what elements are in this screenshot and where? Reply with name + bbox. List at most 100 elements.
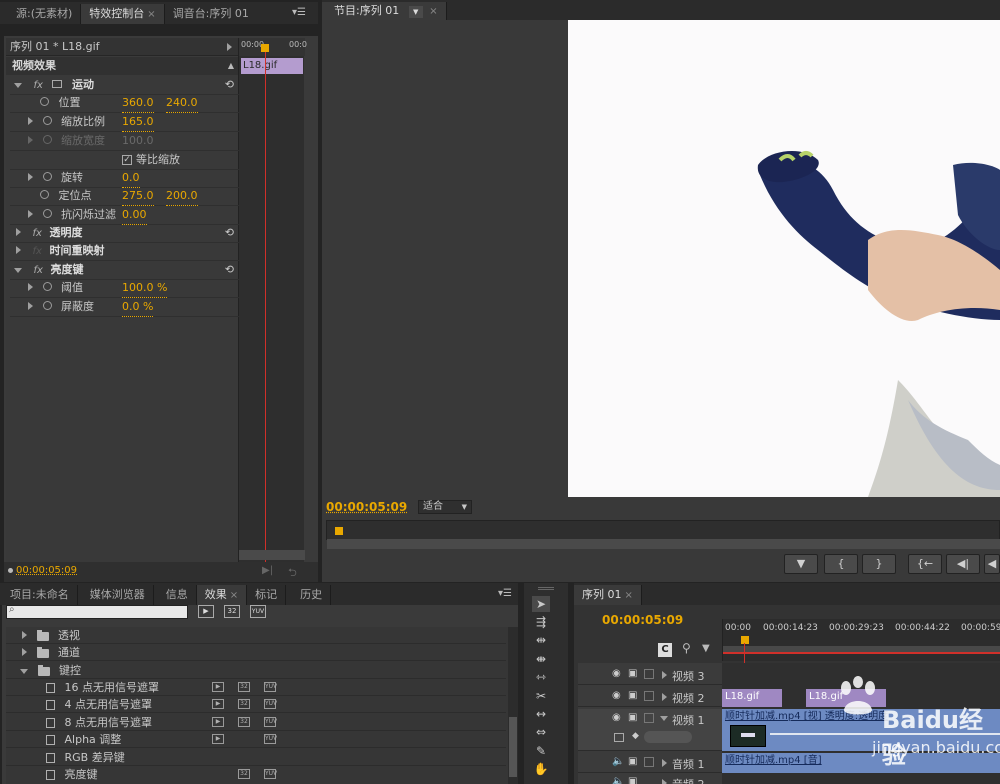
- opacity-row[interactable]: fx 透明度 ⟲: [10, 224, 240, 243]
- tab-media-browser[interactable]: 媒体浏览器: [78, 585, 154, 605]
- snap-toggle-icon[interactable]: C: [658, 643, 672, 657]
- add-marker-icon[interactable]: ▼: [702, 643, 710, 654]
- display-style-icon[interactable]: [614, 733, 624, 742]
- program-timecode[interactable]: 00:00:05:09: [326, 500, 407, 514]
- loop-icon[interactable]: ⮌: [288, 564, 297, 583]
- track-select-tool-icon[interactable]: ⇶: [532, 614, 550, 630]
- expand-triangle-icon[interactable]: [20, 669, 28, 674]
- reset-icon[interactable]: ⟲: [225, 76, 234, 94]
- clip-v2-first[interactable]: L18.gif: [722, 689, 782, 707]
- tab-program[interactable]: 节目:序列 01 ▼ ×: [322, 2, 447, 20]
- stopwatch-icon[interactable]: [42, 116, 52, 125]
- slide-tool-icon[interactable]: ⇔: [532, 724, 550, 740]
- stopwatch-icon[interactable]: [42, 282, 52, 291]
- collapse-up-icon[interactable]: ▲: [228, 57, 234, 75]
- stopwatch-icon[interactable]: [42, 301, 52, 310]
- expand-triangle-icon[interactable]: [22, 648, 27, 656]
- effect-item[interactable]: 亮度键 32 YUV: [6, 766, 506, 784]
- playhead-marker-icon[interactable]: [261, 44, 269, 52]
- tab-sequence[interactable]: 序列 01 ×: [574, 585, 642, 605]
- close-icon[interactable]: ×: [230, 590, 238, 601]
- expand-triangle-icon[interactable]: [28, 283, 33, 291]
- expand-triangle-icon[interactable]: [14, 268, 22, 273]
- dropdown-arrow-icon[interactable]: ▼: [408, 6, 423, 18]
- tab-history[interactable]: 历史: [286, 585, 332, 605]
- anchor-x-value[interactable]: 275.0: [122, 187, 154, 206]
- panel-menu-icon[interactable]: ▾☰: [498, 588, 512, 599]
- sync-lock-icon[interactable]: ▣: [628, 756, 637, 767]
- expand-triangle-icon[interactable]: [14, 83, 22, 88]
- tab-project[interactable]: 项目:未命名: [0, 585, 78, 605]
- close-icon[interactable]: ×: [429, 6, 437, 17]
- fit-dropdown[interactable]: 适合 ▼: [418, 500, 472, 514]
- eye-icon[interactable]: ◉: [612, 712, 621, 723]
- tab-audio-mixer[interactable]: 调音台:序列 01: [165, 4, 257, 24]
- close-icon[interactable]: ×: [147, 9, 155, 20]
- folder-perspective[interactable]: 透视: [6, 627, 506, 644]
- folder-keying[interactable]: 键控: [6, 662, 506, 679]
- work-area-bar[interactable]: [723, 646, 1000, 654]
- motion-row[interactable]: fx 运动 ⟲: [10, 76, 240, 95]
- expand-triangle-icon[interactable]: [16, 228, 21, 236]
- speaker-icon[interactable]: 🔈: [612, 776, 624, 784]
- rotation-value[interactable]: 0.0: [122, 169, 140, 188]
- timeline-playhead-icon[interactable]: [741, 636, 749, 644]
- scale-value[interactable]: 165.0: [122, 113, 154, 132]
- clip-a1[interactable]: 顺时针加减.mp4 [音]: [722, 753, 1000, 773]
- stopwatch-icon[interactable]: [40, 97, 49, 106]
- flicker-value[interactable]: 0.00: [122, 206, 147, 225]
- slip-tool-icon[interactable]: ↔: [532, 706, 550, 722]
- reset-icon[interactable]: ⟲: [225, 261, 234, 279]
- expand-triangle-icon[interactable]: [28, 173, 33, 181]
- tab-source[interactable]: 源:(无素材): [0, 4, 82, 24]
- effect-item[interactable]: RGB 差异键: [6, 749, 506, 766]
- razor-tool-icon[interactable]: ✂: [532, 688, 550, 704]
- play-audio-icon[interactable]: ▶|: [262, 565, 273, 576]
- eye-icon[interactable]: ◉: [612, 690, 621, 701]
- rolling-edit-tool-icon[interactable]: ⇼: [532, 651, 550, 667]
- effect-item[interactable]: Alpha 调整 ▶ YUV: [6, 731, 506, 748]
- tab-effect-controls[interactable]: 特效控制台 ×: [81, 4, 165, 24]
- reset-icon[interactable]: ⟲: [225, 224, 234, 242]
- sync-lock-icon[interactable]: ▣: [628, 776, 637, 784]
- track-lock-box[interactable]: [644, 691, 654, 701]
- effect-item[interactable]: 16 点无用信号遮罩 ▶ 32 YUV: [6, 679, 506, 696]
- motion-transform-icon[interactable]: [52, 80, 63, 88]
- clip-v2-second[interactable]: L18.gif: [806, 689, 886, 707]
- effect-item[interactable]: 8 点无用信号遮罩 ▶ 32 YUV: [6, 714, 506, 731]
- selection-tool-icon[interactable]: ➤: [532, 596, 550, 612]
- mark-in-button[interactable]: {: [824, 554, 858, 574]
- stopwatch-icon[interactable]: [40, 190, 49, 199]
- step-back-button[interactable]: ◀|: [946, 554, 980, 574]
- sync-lock-icon[interactable]: ▣: [628, 690, 637, 701]
- program-scroll-track[interactable]: [327, 539, 1000, 549]
- track-lock-box[interactable]: [644, 669, 654, 679]
- tab-info[interactable]: 信息: [154, 585, 197, 605]
- tab-effects[interactable]: 效果 ×: [196, 585, 248, 605]
- expand-triangle-icon[interactable]: [28, 117, 33, 125]
- mini-clip[interactable]: L18.gif: [241, 58, 303, 74]
- expand-triangle-icon[interactable]: [28, 210, 33, 218]
- rate-stretch-tool-icon[interactable]: ⇿: [532, 669, 550, 685]
- expand-triangle-icon[interactable]: [28, 302, 33, 310]
- effect-timecode[interactable]: 00:00:05:09: [16, 565, 77, 576]
- effect-item[interactable]: 4 点无用信号遮罩 ▶ 32 YUV: [6, 696, 506, 713]
- link-marker-icon[interactable]: ⚲: [682, 641, 691, 655]
- time-remap-row[interactable]: fx 时间重映射: [10, 242, 240, 261]
- expand-triangle-icon[interactable]: [16, 246, 21, 254]
- timeline-ruler[interactable]: 00:00 00:00:14:23 00:00:29:23 00:00:44:2…: [722, 619, 1000, 661]
- accelerated-effects-icon[interactable]: ▶: [198, 605, 214, 618]
- threshold-value[interactable]: 100.0 %: [122, 279, 168, 298]
- hand-tool-icon[interactable]: ✋: [532, 761, 550, 777]
- 32bit-effects-icon[interactable]: 32: [224, 605, 240, 618]
- position-x-value[interactable]: 360.0: [122, 94, 154, 113]
- effects-scrollbar[interactable]: [508, 627, 518, 784]
- expand-triangle-icon[interactable]: [662, 759, 667, 767]
- expand-triangle-icon[interactable]: [662, 693, 667, 701]
- position-y-value[interactable]: 240.0: [166, 94, 198, 113]
- keyframe-icon[interactable]: ◆: [632, 731, 639, 741]
- stopwatch-icon[interactable]: [42, 172, 52, 181]
- close-icon[interactable]: ×: [625, 590, 633, 601]
- opacity-rubber-band[interactable]: [770, 733, 1000, 735]
- play-triangle-icon[interactable]: [227, 43, 232, 51]
